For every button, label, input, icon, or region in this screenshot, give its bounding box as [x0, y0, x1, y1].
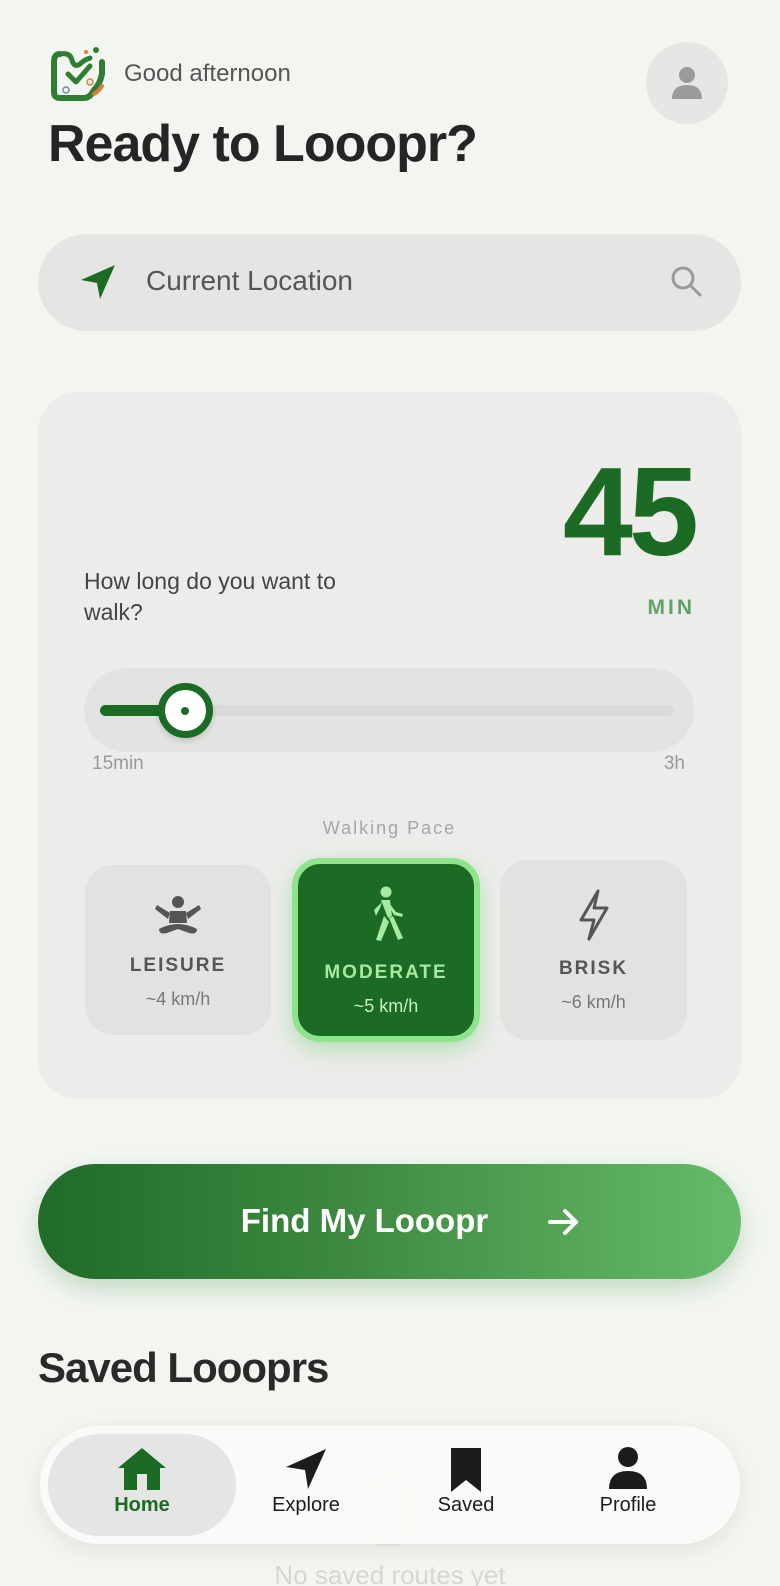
tab-explore[interactable]: Explore	[226, 1434, 386, 1536]
walk-settings-card: How long do you want to walk? 45 MIN 15m…	[38, 392, 741, 1099]
duration-value: 45	[562, 441, 699, 582]
navigation-arrow-icon	[81, 265, 115, 299]
tab-label: Profile	[599, 1494, 657, 1516]
slider-min-label: 15min	[92, 753, 144, 774]
person-icon	[672, 67, 702, 99]
arrow-right-icon	[548, 1209, 578, 1235]
pace-option-moderate[interactable]: MODERATE ~5 km/h	[292, 858, 480, 1042]
pace-name: BRISK	[558, 958, 629, 979]
pace-speed: ~6 km/h	[561, 992, 626, 1012]
search-icon[interactable]	[669, 264, 703, 298]
saved-section-title: Saved Loooprs	[38, 1344, 329, 1391]
location-search-bar[interactable]: Current Location	[38, 234, 741, 331]
tab-profile[interactable]: Profile	[548, 1434, 708, 1536]
meditation-icon	[155, 896, 201, 934]
slider-thumb[interactable]	[157, 683, 213, 738]
pace-speed: ~5 km/h	[353, 996, 419, 1016]
lightning-icon	[579, 889, 608, 941]
cta-label: Find My Looopr	[240, 1202, 489, 1239]
slider-max-label: 3h	[663, 753, 685, 774]
find-looopr-button[interactable]: Find My Looopr	[38, 1164, 741, 1279]
duration-slider[interactable]	[84, 668, 694, 752]
walking-icon	[374, 886, 403, 941]
tab-home[interactable]: Home	[48, 1434, 236, 1536]
pace-section-title: Walking Pace	[322, 818, 457, 838]
tab-label: Saved	[437, 1494, 495, 1516]
pace-option-brisk[interactable]: BRISK ~6 km/h	[500, 860, 687, 1040]
tab-label: Home	[114, 1494, 170, 1516]
duration-unit: MIN	[647, 596, 695, 619]
pace-speed: ~4 km/h	[145, 989, 211, 1009]
page-title: Ready to Looopr?	[48, 115, 478, 173]
empty-state-text: No saved routes yet	[274, 1560, 506, 1586]
bookmark-icon	[451, 1448, 481, 1492]
duration-question: How long do you want to walk?	[84, 568, 336, 625]
home-icon	[118, 1448, 166, 1490]
pace-option-leisure[interactable]: LEISURE ~4 km/h	[85, 865, 271, 1035]
person-icon	[609, 1447, 647, 1489]
location-label: Current Location	[146, 265, 354, 296]
header: Good afternoon Ready to Looopr?	[48, 42, 738, 182]
greeting-text: Good afternoon	[124, 60, 291, 87]
tab-saved[interactable]: Saved	[386, 1434, 546, 1536]
tab-label: Explore	[272, 1494, 340, 1516]
pace-name: MODERATE	[324, 962, 448, 983]
pace-name: LEISURE	[129, 955, 227, 976]
navigation-arrow-icon	[286, 1449, 326, 1489]
avatar-button[interactable]	[646, 42, 728, 124]
bottom-tab-bar: Home Explore Saved Profile	[40, 1426, 740, 1544]
looopr-logo	[50, 44, 106, 102]
